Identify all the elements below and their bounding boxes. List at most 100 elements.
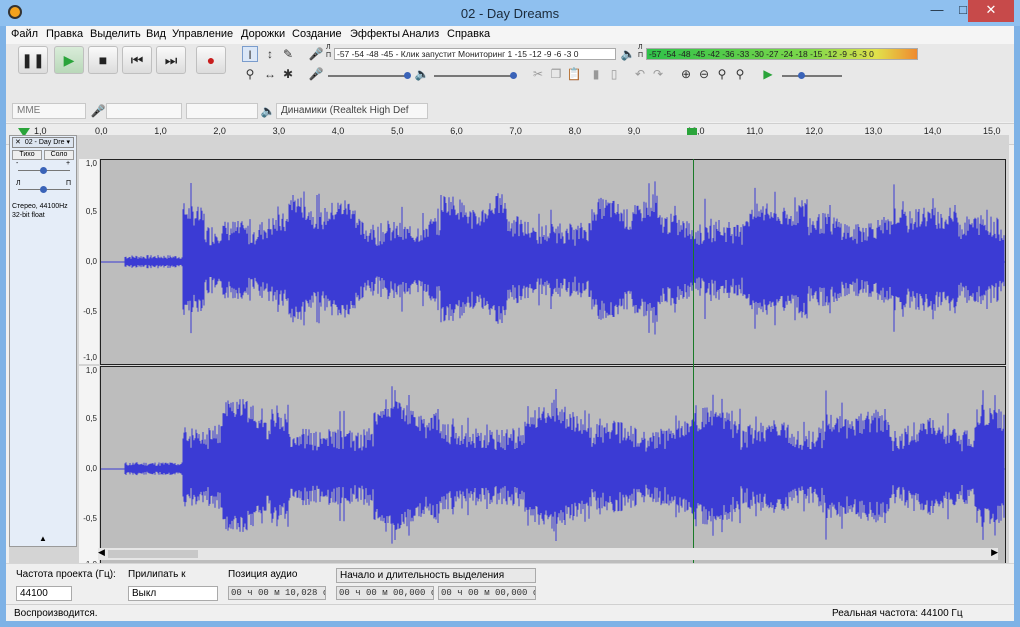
solo-button[interactable]: Соло — [44, 150, 74, 160]
waveform-right-svg — [101, 386, 1005, 544]
scale-top-r: 1,0 — [85, 366, 97, 375]
trim-icon[interactable]: ▮ — [588, 66, 604, 82]
scale-nhalf: -0,5 — [83, 307, 97, 316]
menu-select[interactable]: Выделить — [90, 28, 141, 40]
status-bar: Воспроизводится. Реальная частота: 44100… — [6, 604, 1014, 621]
close-icon[interactable]: ✕ — [968, 0, 1014, 22]
rec-meter-lr: Л П — [326, 44, 332, 59]
pan-knob[interactable] — [40, 186, 47, 193]
menu-file[interactable]: Файл — [11, 28, 38, 40]
playback-meter[interactable]: -57 -54 -48 -45 -42 -36 -33 -30 -27 -24 … — [646, 48, 918, 60]
playback-volume-knob[interactable] — [510, 72, 517, 79]
waveform-path — [124, 386, 1005, 544]
menu-view[interactable]: Вид — [146, 28, 166, 40]
timeshift-tool-icon[interactable]: ↔ — [262, 66, 278, 82]
playback-volume-slider[interactable] — [434, 75, 516, 77]
record-button[interactable]: ● — [196, 46, 226, 74]
mute-button[interactable]: Тихо — [12, 150, 42, 160]
gain-plus-label: + — [66, 160, 71, 167]
play-icon: ▶ — [63, 51, 75, 68]
track-area: ✕ 02 - Day Dre ▾ Тихо Соло - + Л П Стере… — [9, 135, 1009, 573]
title-bar: 02 - Day Dreams — □ ✕ — [0, 0, 1020, 26]
speaker-icon[interactable]: 🔈 — [620, 46, 636, 62]
scale-nhalf-r: -0,5 — [83, 514, 97, 523]
recording-volume-knob[interactable] — [404, 72, 411, 79]
chevron-down-icon: ▾ — [66, 139, 70, 146]
menu-generate[interactable]: Создание — [292, 28, 342, 40]
fit-selection-icon[interactable]: ⚲ — [714, 66, 730, 82]
microphone-icon[interactable]: 🎤 — [308, 46, 324, 62]
stop-icon: ■ — [98, 52, 108, 68]
recording-meter[interactable]: -57 -54 -48 -45 - Клик запустит Монитори… — [334, 48, 616, 60]
project-rate-select[interactable]: 44100 — [16, 586, 72, 601]
selection-mode-select[interactable]: Начало и длительность выделения — [336, 568, 536, 583]
track-menu[interactable]: ✕ 02 - Day Dre ▾ — [12, 137, 74, 148]
menu-tracks[interactable]: Дорожки — [241, 28, 285, 40]
zoom-tool-icon[interactable]: ⚲ — [242, 66, 258, 82]
playback-device-select[interactable]: Динамики (Realtek High Def — [276, 103, 428, 119]
undo-icon[interactable]: ↶ — [632, 66, 648, 82]
copy-icon[interactable]: ❐ — [548, 66, 564, 82]
stop-button[interactable]: ■ — [88, 46, 118, 74]
scale-zero: 0,0 — [85, 257, 97, 266]
menu-effects[interactable]: Эффекты — [350, 28, 400, 40]
menu-analyze[interactable]: Анализ — [402, 28, 439, 40]
scale-zero-r: 0,0 — [85, 464, 97, 473]
waveform-channel-right[interactable] — [100, 366, 1006, 572]
snap-select[interactable]: Выкл — [128, 586, 218, 601]
vertical-scale-left: 1,0 0,5 0,0 -0,5 -1,0 — [79, 159, 99, 364]
selection-start-field[interactable]: 00 ч 00 м 00,000 с — [336, 586, 434, 600]
scroll-right-icon[interactable]: ▶ — [991, 547, 998, 558]
pause-button[interactable]: ❚❚ — [18, 46, 48, 74]
minimize-icon[interactable]: — — [924, 0, 950, 22]
selection-length-field[interactable]: 00 ч 00 м 00,000 с — [438, 586, 536, 600]
recording-volume-slider[interactable] — [328, 75, 410, 77]
menu-transport[interactable]: Управление — [172, 28, 233, 40]
device-toolbar: MME 🎤 🔈 Динамики (Realtek High Def — [6, 100, 1014, 122]
audio-position-field[interactable]: 00 ч 00 м 10,028 с — [228, 586, 326, 600]
waveform-channel-left[interactable] — [100, 159, 1006, 365]
redo-icon[interactable]: ↷ — [650, 66, 666, 82]
cut-icon[interactable]: ✂ — [530, 66, 546, 82]
fit-project-icon[interactable]: ⚲ — [732, 66, 748, 82]
zoom-in-icon[interactable]: ⊕ — [678, 66, 694, 82]
pan-left-label: Л — [16, 180, 21, 187]
menu-bar: Файл Правка Выделить Вид Управление Доро… — [6, 26, 1014, 44]
track-info: Стерео, 44100Hz 32-bit float — [12, 203, 68, 219]
pause-icon: ❚❚ — [21, 51, 45, 68]
play-at-speed-icon[interactable]: ▶ — [760, 66, 776, 82]
vertical-scale-right: 1,0 0,5 0,0 -0,5 -1,0 — [79, 366, 99, 572]
zoom-out-icon[interactable]: ⊖ — [696, 66, 712, 82]
scrollbar-thumb[interactable] — [108, 550, 198, 558]
gain-minus-label: - — [16, 160, 19, 167]
horizontal-scrollbar[interactable]: ◀ ▶ — [98, 547, 998, 560]
project-rate-label: Частота проекта (Гц): — [16, 569, 116, 580]
collapse-track-icon[interactable]: ▲ — [10, 534, 76, 546]
scroll-left-icon[interactable]: ◀ — [98, 547, 105, 558]
track-close-icon[interactable]: ✕ — [13, 139, 23, 146]
paste-icon[interactable]: 📋 — [566, 66, 582, 82]
play-speed-slider[interactable] — [782, 75, 842, 77]
audio-host-select[interactable]: MME — [12, 103, 86, 119]
gain-knob[interactable] — [40, 167, 47, 174]
scale-half-r: 0,5 — [85, 414, 97, 423]
multi-tool-icon[interactable]: ✱ — [280, 66, 296, 82]
menu-help[interactable]: Справка — [447, 28, 490, 40]
play-meter-lr: Л П — [638, 44, 644, 59]
silence-icon[interactable]: ▯ — [606, 66, 622, 82]
menu-edit[interactable]: Правка — [46, 28, 83, 40]
draw-tool-icon[interactable]: ✎ — [280, 46, 296, 62]
play-speed-knob[interactable] — [798, 72, 805, 79]
selection-tool-icon[interactable]: I — [242, 46, 258, 62]
skip-start-button[interactable]: ⏮ — [122, 46, 152, 74]
skip-end-button[interactable]: ⏭ — [156, 46, 186, 74]
waveform-left-svg — [101, 181, 1005, 335]
play-button[interactable]: ▶ — [54, 46, 84, 74]
record-icon: ● — [206, 52, 216, 68]
envelope-tool-icon[interactable]: ↕ — [262, 46, 278, 62]
skip-end-icon: ⏭ — [164, 51, 178, 68]
actual-rate-text: Реальная частота: 44100 Гц — [832, 608, 963, 619]
recording-channels-select[interactable] — [186, 103, 258, 119]
recording-device-select[interactable] — [106, 103, 182, 119]
selection-toolbar: Частота проекта (Гц): 44100 Прилипать к … — [6, 563, 1014, 603]
